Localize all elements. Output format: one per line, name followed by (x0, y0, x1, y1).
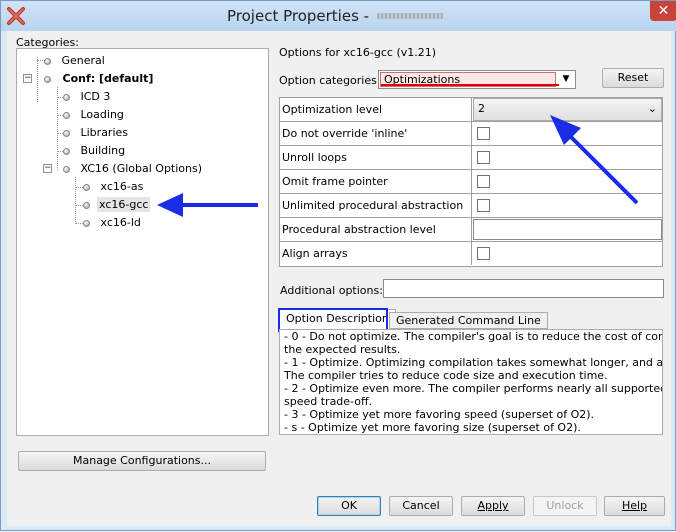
ok-button[interactable]: OK (317, 496, 381, 516)
manage-configurations-button[interactable]: Manage Configurations... (18, 451, 266, 471)
button-label: Manage Configurations... (72, 454, 211, 467)
chevron-down-icon: ⌄ (647, 102, 657, 115)
description-line: - 2 - Optimize even more. The compiler p… (284, 382, 663, 395)
node-icon (44, 57, 51, 65)
tree-item-general[interactable]: General (44, 52, 105, 70)
tree-item-label: Conf: [default] (62, 72, 154, 85)
button-label: Reset (617, 71, 649, 84)
node-icon (44, 75, 51, 83)
grid-row-optimization-level: Optimization level 2 ⌄ (280, 98, 662, 122)
options-property-grid: Optimization level 2 ⌄ Do not override '… (279, 97, 663, 267)
tree-item-xc16-gcc[interactable]: xc16-gcc (83, 196, 151, 214)
grid-row-label: Optimization level (280, 98, 472, 121)
node-icon (63, 147, 70, 155)
grid-row-label: Unroll loops (280, 146, 472, 169)
node-icon (63, 129, 70, 137)
grid-row-label: Unlimited procedural abstraction (280, 194, 472, 217)
option-description-text: - 0 - Do not optimize. The compiler's go… (279, 329, 663, 435)
close-icon: ✕ (657, 3, 670, 19)
button-label: Unlock (546, 499, 584, 512)
button-label: Help (621, 499, 648, 512)
collapse-toggle-icon[interactable]: − (23, 74, 32, 83)
grid-row-label: Align arrays (280, 242, 472, 265)
node-icon (83, 201, 90, 209)
tree-item-building[interactable]: Building (63, 142, 125, 160)
reset-button[interactable]: Reset (602, 68, 664, 88)
tree-item-xc16-as[interactable]: xc16-as (83, 178, 143, 196)
grid-row-unlimited-procedural-abstraction: Unlimited procedural abstraction (280, 194, 662, 218)
dialog-client-area: Categories: General − Conf: [default] IC… (7, 31, 671, 526)
button-label: OK (341, 499, 357, 512)
node-icon (63, 111, 70, 119)
do-not-override-inline-checkbox[interactable] (477, 127, 490, 140)
grid-row-omit-frame-pointer: Omit frame pointer (280, 170, 662, 194)
additional-options-input[interactable] (383, 279, 664, 298)
tree-item-xc16-ld[interactable]: xc16-ld (83, 214, 141, 232)
unlimited-procedural-abstraction-checkbox[interactable] (477, 199, 490, 212)
redacted-title-text (377, 13, 443, 19)
tab-label: Generated Command Line (396, 314, 541, 327)
tree-item-label: ICD 3 (80, 90, 111, 103)
node-icon (83, 219, 90, 227)
tree-item-label: xc16-gcc (97, 197, 151, 212)
tree-item-icd3[interactable]: ICD 3 (63, 88, 110, 106)
red-underline-annotation (381, 84, 559, 86)
description-line: - 3 - Optimize yet more favoring speed (… (284, 408, 595, 421)
optimization-level-select[interactable]: 2 ⌄ (473, 98, 662, 121)
unlock-button[interactable]: Unlock (533, 496, 597, 516)
help-button[interactable]: Help (604, 496, 665, 516)
categories-tree[interactable]: General − Conf: [default] ICD 3 Loading … (16, 48, 269, 436)
tree-item-label: General (61, 54, 105, 67)
node-icon (83, 183, 90, 191)
description-line: - s - Optimize yet more favoring size (s… (284, 421, 581, 434)
tab-generated-command-line[interactable]: Generated Command Line (389, 312, 548, 329)
tree-item-label: xc16-ld (100, 216, 141, 229)
chevron-down-icon: ▼ (562, 74, 570, 84)
procedural-abstraction-level-input[interactable] (473, 219, 662, 240)
app-x-icon (7, 7, 25, 25)
tree-item-loading[interactable]: Loading (63, 106, 124, 124)
node-icon (63, 165, 70, 173)
node-icon (63, 93, 70, 101)
description-line: The compiler tries to reduce code size a… (284, 369, 608, 382)
omit-frame-pointer-checkbox[interactable] (477, 175, 490, 188)
close-button[interactable]: ✕ (650, 1, 676, 21)
description-line: - 0 - Do not optimize. The compiler's go… (284, 330, 663, 343)
button-label: Apply (477, 499, 509, 512)
grid-row-label: Do not override 'inline' (280, 122, 472, 145)
option-categories-select[interactable]: Optimizations ▼ (378, 70, 576, 89)
grid-row-unroll-loops: Unroll loops (280, 146, 662, 170)
grid-row-procedural-abstraction-level: Procedural abstraction level (280, 218, 662, 242)
tree-item-label: xc16-as (100, 180, 144, 193)
unroll-loops-checkbox[interactable] (477, 151, 490, 164)
options-for-label: Options for xc16-gcc (v1.21) (279, 46, 437, 59)
option-categories-label: Option categories: (279, 74, 381, 87)
description-line: speed trade-off. (284, 395, 373, 408)
tree-item-label: Building (80, 144, 126, 157)
cancel-button[interactable]: Cancel (389, 496, 453, 516)
tree-item-libraries[interactable]: Libraries (63, 124, 128, 142)
grid-row-label: Omit frame pointer (280, 170, 472, 193)
tree-item-xc16-global[interactable]: XC16 (Global Options) (63, 160, 202, 178)
apply-button[interactable]: Apply (461, 496, 525, 516)
additional-options-label: Additional options: (280, 284, 383, 297)
grid-row-align-arrays: Align arrays (280, 242, 662, 266)
tree-item-label: Loading (80, 108, 124, 121)
description-line: - 1 - Optimize. Optimizing compilation t… (284, 356, 663, 369)
window-title: Project Properties - (227, 7, 370, 25)
optimization-level-value: 2 (478, 102, 485, 115)
title-bar: Project Properties - ✕ (1, 1, 676, 31)
align-arrays-checkbox[interactable] (477, 247, 490, 260)
grid-row-do-not-override-inline: Do not override 'inline' (280, 122, 662, 146)
description-line: the expected results. (284, 343, 401, 356)
button-label: Cancel (402, 499, 440, 512)
project-properties-window: Project Properties - ✕ Categories: Gener… (0, 0, 676, 531)
grid-row-label: Procedural abstraction level (280, 218, 472, 241)
tree-item-label: XC16 (Global Options) (80, 162, 203, 175)
tree-item-label: Libraries (80, 126, 129, 139)
tree-item-conf-default[interactable]: Conf: [default] (44, 70, 153, 88)
collapse-toggle-icon[interactable]: − (43, 164, 52, 173)
